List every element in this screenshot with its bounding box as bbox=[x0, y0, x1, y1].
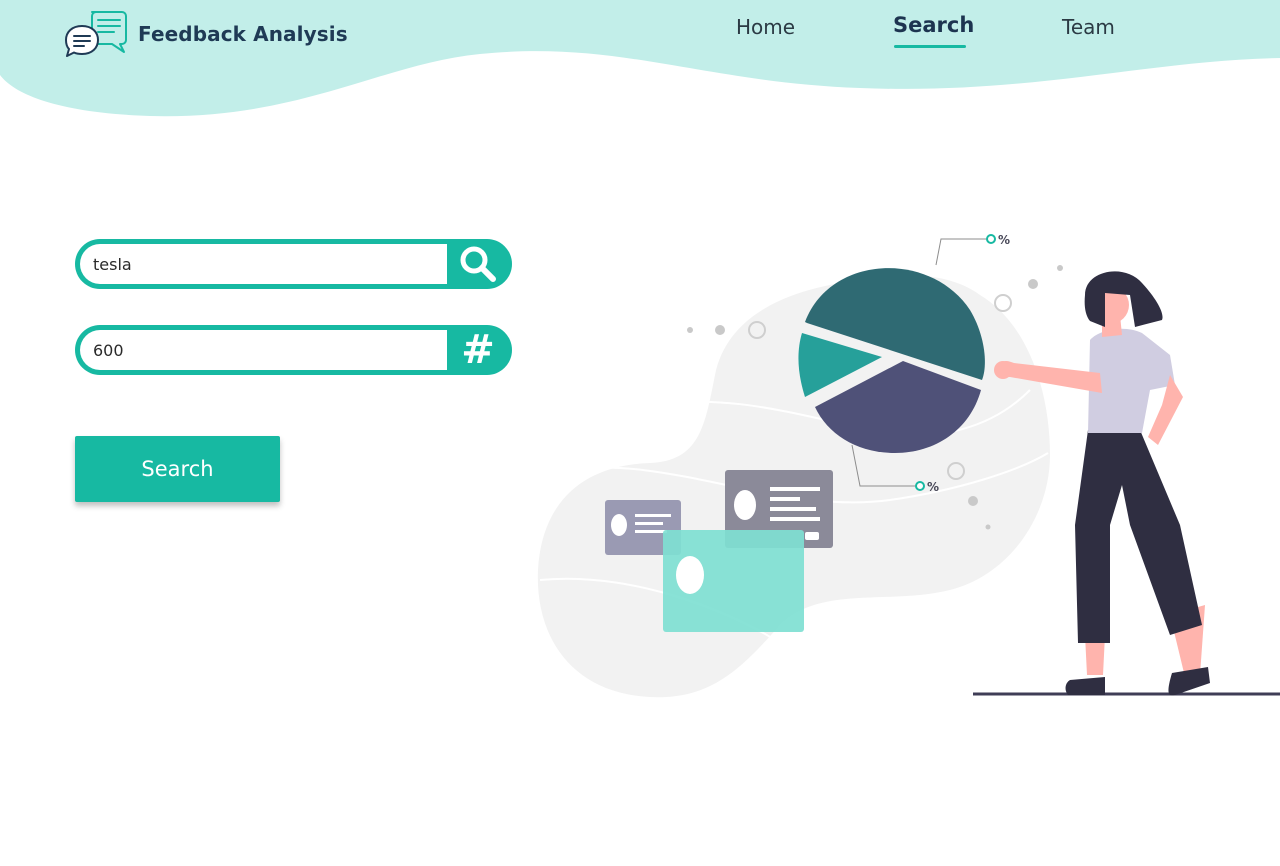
page: Feedback Analysis Home Search Team # Sea… bbox=[0, 0, 1280, 866]
search-button[interactable]: Search bbox=[75, 436, 280, 502]
analytics-illustration: % % bbox=[537, 233, 1280, 698]
profile-card-large bbox=[663, 530, 804, 632]
nav-search-link[interactable]: Search bbox=[893, 13, 974, 37]
keyword-input-wrapper bbox=[80, 244, 447, 284]
search-icon bbox=[460, 246, 496, 282]
brand[interactable]: Feedback Analysis bbox=[64, 8, 348, 60]
keyword-search-field bbox=[75, 239, 512, 289]
count-input-wrapper bbox=[80, 330, 447, 370]
count-input[interactable] bbox=[80, 330, 433, 370]
nav-team-link[interactable]: Team bbox=[1062, 15, 1115, 39]
pie-label-bottom: % bbox=[927, 480, 939, 494]
count-icon-button[interactable]: # bbox=[458, 330, 498, 370]
keyword-icon-button[interactable] bbox=[458, 244, 498, 284]
chat-bubbles-icon bbox=[65, 11, 127, 57]
count-field: # bbox=[75, 325, 512, 375]
pie-label-top: % bbox=[998, 233, 1010, 247]
hash-icon: # bbox=[461, 327, 495, 373]
brand-name: Feedback Analysis bbox=[138, 22, 348, 46]
keyword-input[interactable] bbox=[80, 244, 433, 284]
nav-active-indicator bbox=[894, 45, 966, 48]
nav-home-link[interactable]: Home bbox=[736, 15, 795, 39]
